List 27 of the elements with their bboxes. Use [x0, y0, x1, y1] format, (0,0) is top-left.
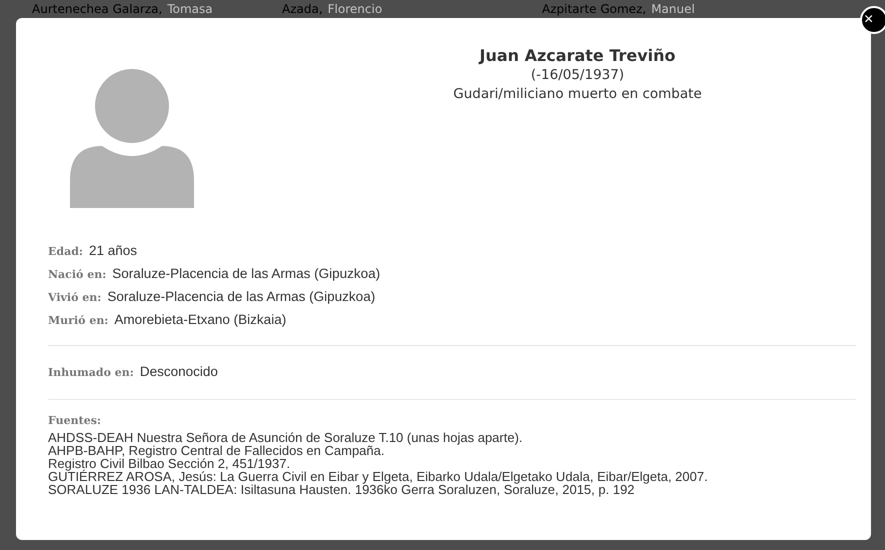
field-label: Inhumado en:: [48, 366, 134, 379]
person-surname[interactable]: Azpitarte Gomez,: [542, 2, 646, 16]
field-label: Edad:: [48, 245, 83, 258]
field-value: Amorebieta-Etxano (Bizkaia): [114, 312, 286, 327]
person-given-name[interactable]: Florencio: [328, 2, 382, 16]
field-label: Nació en:: [48, 268, 106, 281]
person-given-name[interactable]: Manuel: [651, 2, 695, 16]
person-name: Juan Azcarate Treviño: [479, 46, 676, 66]
field-label: Vivió en:: [48, 291, 102, 304]
source-entry: SORALUZE 1936 LAN-TALDEA: Isiltasuna Hausten. 1936ko Gerra Soraluzen, Soraluze, 2015, p. 192: [48, 483, 635, 496]
source-entry: GUTIÉRREZ AROSA, Jesús: La Guerra Civil en Eibar y Elgeta, Eibarko Udala/Elgetako Udala, Eibar/Elgeta, 2007.: [48, 470, 709, 483]
close-button[interactable]: ×: [860, 6, 885, 34]
person-dates: (-16/05/1937): [530, 66, 624, 85]
source-entry: AHPB-BAHP, Registro Central de Fallecidos en Campaña.: [48, 444, 386, 457]
person-category: Gudari/miliciano muerto en combate: [453, 85, 702, 104]
field-value: Desconocido: [140, 364, 218, 379]
source-entry: Registro Civil Bilbao Sección 2, 451/1937.: [48, 457, 292, 470]
field-value: Soraluze-Placencia de las Armas (Gipuzkoa): [107, 289, 376, 304]
person-surname[interactable]: Aurtenechea Galarza,: [32, 2, 162, 16]
person-surname[interactable]: Azada,: [282, 2, 323, 16]
field-value: Soraluze-Placencia de las Armas (Gipuzkoa): [112, 266, 380, 281]
field-label: Fuentes:: [48, 414, 102, 428]
source-entry: AHDSS-DEAH Nuestra Señora de Asunción de Soraluze T.10 (unas hojas aparte).: [48, 431, 524, 444]
field-value: 21 años: [88, 243, 138, 258]
person-given-name[interactable]: Tomasa: [167, 2, 213, 16]
field-label: Murió en:: [48, 314, 108, 327]
person-silhouette-icon: [70, 68, 194, 208]
